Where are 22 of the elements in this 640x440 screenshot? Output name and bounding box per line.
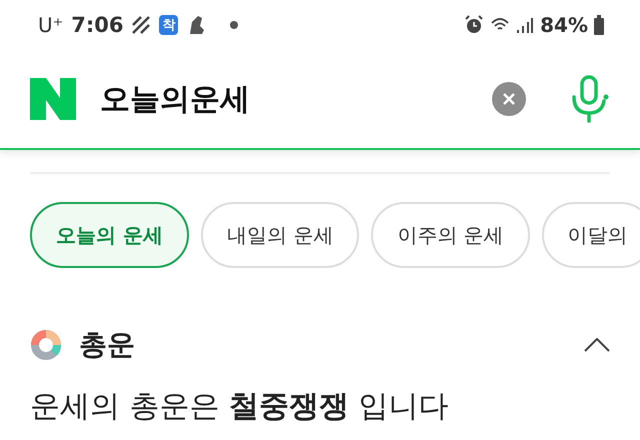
battery-level: 84% — [540, 13, 588, 37]
microphone-icon[interactable] — [570, 75, 610, 123]
chevron-icon[interactable] — [584, 338, 610, 352]
clock-time: 7:06 — [71, 13, 124, 37]
fortune-tab[interactable]: 내일의 운세 — [200, 202, 360, 268]
section-title: 총운 — [79, 327, 136, 363]
fortune-tab[interactable]: 이주의 운세 — [371, 202, 530, 268]
carrier-label: U⁺ — [38, 13, 64, 37]
fortune-tab[interactable]: 이달의 — [542, 202, 640, 268]
stripes-icon — [131, 15, 152, 35]
signal-icon — [516, 16, 534, 34]
battery-icon — [594, 15, 604, 35]
donut-icon — [31, 330, 61, 360]
clear-button[interactable] — [492, 82, 526, 116]
fortune-summary: 운세의 총운은 철중쟁쟁 입니다 — [29, 388, 450, 426]
fortune-tab[interactable]: 오늘의 운세 — [30, 202, 189, 268]
dot-icon — [230, 21, 238, 29]
alarm-icon — [464, 15, 484, 35]
close-icon — [502, 92, 516, 106]
search-field[interactable]: 오늘의운세 — [100, 78, 468, 120]
logo-icon — [30, 78, 76, 120]
app-badge: 착 — [159, 15, 178, 35]
